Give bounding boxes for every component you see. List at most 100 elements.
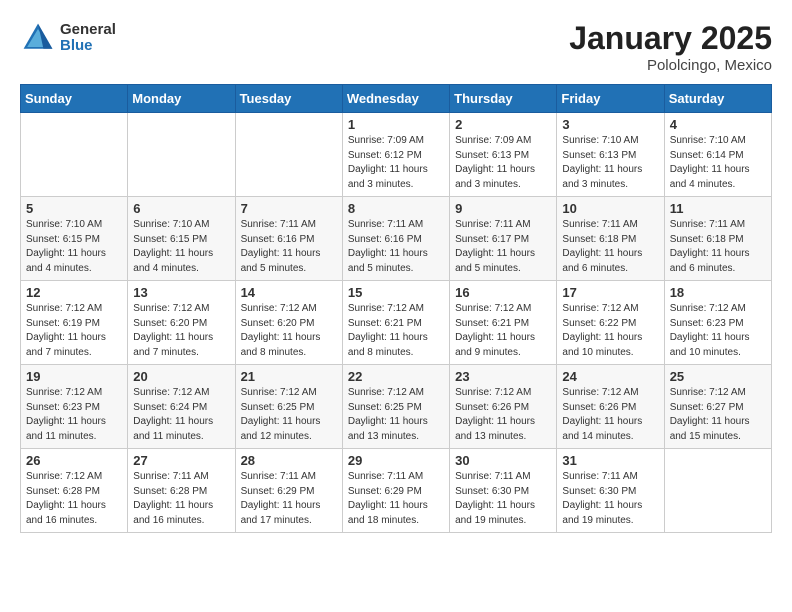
day-number: 3 <box>562 117 658 132</box>
calendar-weekday-header: Monday <box>128 85 235 113</box>
day-number: 4 <box>670 117 766 132</box>
calendar-cell: 8Sunrise: 7:11 AMSunset: 6:16 PMDaylight… <box>342 197 449 281</box>
day-number: 30 <box>455 453 551 468</box>
day-number: 31 <box>562 453 658 468</box>
day-number: 19 <box>26 369 122 384</box>
day-info: Sunrise: 7:11 AMSunset: 6:18 PMDaylight:… <box>562 218 658 276</box>
day-number: 22 <box>348 369 444 384</box>
calendar-cell: 5 Sunrise: 7:10 AMSunset: 6:15 PMDaylight… <box>21 197 128 281</box>
logo-blue: Blue <box>60 38 116 55</box>
day-info: Sunrise: 7:12 AMSunset: 6:21 PMDaylight:… <box>455 302 551 360</box>
calendar-cell: 17 Sunrise: 7:12 AMSunset: 6:22 PMDayligh… <box>557 281 664 365</box>
day-number: 1 <box>348 117 444 132</box>
day-number: 27 <box>133 453 229 468</box>
calendar-cell: 15 Sunrise: 7:12 AMSunset: 6:21 PMDayligh… <box>342 281 449 365</box>
calendar-weekday-header: Saturday <box>664 85 771 113</box>
calendar-cell: 20Sunrise: 7:12 AMSunset: 6:24 PMDayligh… <box>128 365 235 449</box>
day-number: 26 <box>26 453 122 468</box>
calendar-week-row: 5 Sunrise: 7:10 AMSunset: 6:15 PMDaylight… <box>21 197 772 281</box>
calendar-cell: 16 Sunrise: 7:12 AMSunset: 6:21 PMDayligh… <box>450 281 557 365</box>
page-header: General Blue January 2025 Pololcingo, Me… <box>20 20 772 74</box>
calendar-week-row: 19 Sunrise: 7:12 AMSunset: 6:23 PMDayligh… <box>21 365 772 449</box>
day-info: Sunrise: 7:11 AMSunset: 6:16 PMDaylight:… <box>241 218 337 276</box>
calendar-cell <box>664 449 771 533</box>
day-number: 29 <box>348 453 444 468</box>
day-info: Sunrise: 7:10 AMSunset: 6:13 PMDaylight:… <box>562 134 658 192</box>
calendar-cell: 10Sunrise: 7:11 AMSunset: 6:18 PMDayligh… <box>557 197 664 281</box>
day-number: 7 <box>241 201 337 216</box>
calendar-cell: 31 Sunrise: 7:11 AMSunset: 6:30 PMDayligh… <box>557 449 664 533</box>
day-number: 24 <box>562 369 658 384</box>
calendar-table: SundayMondayTuesdayWednesdayThursdayFrid… <box>20 84 772 533</box>
day-info: Sunrise: 7:12 AMSunset: 6:22 PMDaylight:… <box>562 302 658 360</box>
month-title: January 2025 <box>569 20 772 57</box>
day-number: 18 <box>670 285 766 300</box>
day-number: 2 <box>455 117 551 132</box>
calendar-week-row: 1 Sunrise: 7:09 AMSunset: 6:12 PMDaylight… <box>21 113 772 197</box>
title-block: January 2025 Pololcingo, Mexico <box>569 20 772 74</box>
calendar-cell: 11 Sunrise: 7:11 AMSunset: 6:18 PMDayligh… <box>664 197 771 281</box>
day-number: 9 <box>455 201 551 216</box>
day-info: Sunrise: 7:11 AMSunset: 6:28 PMDaylight:… <box>133 470 229 528</box>
calendar-cell: 30 Sunrise: 7:11 AMSunset: 6:30 PMDayligh… <box>450 449 557 533</box>
calendar-week-row: 12Sunrise: 7:12 AMSunset: 6:19 PMDayligh… <box>21 281 772 365</box>
calendar-cell: 12Sunrise: 7:12 AMSunset: 6:19 PMDayligh… <box>21 281 128 365</box>
calendar-cell: 28 Sunrise: 7:11 AMSunset: 6:29 PMDayligh… <box>235 449 342 533</box>
calendar-cell: 18Sunrise: 7:12 AMSunset: 6:23 PMDayligh… <box>664 281 771 365</box>
calendar-weekday-header: Thursday <box>450 85 557 113</box>
day-number: 15 <box>348 285 444 300</box>
day-number: 6 <box>133 201 229 216</box>
day-info: Sunrise: 7:12 AMSunset: 6:20 PMDaylight:… <box>133 302 229 360</box>
day-info: Sunrise: 7:10 AMSunset: 6:14 PMDaylight:… <box>670 134 766 192</box>
day-number: 16 <box>455 285 551 300</box>
calendar-cell: 23 Sunrise: 7:12 AMSunset: 6:26 PMDayligh… <box>450 365 557 449</box>
calendar-cell: 22 Sunrise: 7:12 AMSunset: 6:25 PMDayligh… <box>342 365 449 449</box>
day-number: 21 <box>241 369 337 384</box>
calendar-cell: 29 Sunrise: 7:11 AMSunset: 6:29 PMDayligh… <box>342 449 449 533</box>
day-number: 11 <box>670 201 766 216</box>
day-info: Sunrise: 7:12 AMSunset: 6:23 PMDaylight:… <box>26 386 122 444</box>
calendar-cell: 19 Sunrise: 7:12 AMSunset: 6:23 PMDayligh… <box>21 365 128 449</box>
day-number: 5 <box>26 201 122 216</box>
day-info: Sunrise: 7:12 AMSunset: 6:27 PMDaylight:… <box>670 386 766 444</box>
day-info: Sunrise: 7:12 AMSunset: 6:25 PMDaylight:… <box>241 386 337 444</box>
day-info: Sunrise: 7:10 AMSunset: 6:15 PMDaylight:… <box>133 218 229 276</box>
calendar-cell <box>21 113 128 197</box>
day-info: Sunrise: 7:11 AMSunset: 6:30 PMDaylight:… <box>562 470 658 528</box>
calendar-cell: 13 Sunrise: 7:12 AMSunset: 6:20 PMDayligh… <box>128 281 235 365</box>
day-info: Sunrise: 7:12 AMSunset: 6:20 PMDaylight:… <box>241 302 337 360</box>
day-info: Sunrise: 7:12 AMSunset: 6:28 PMDaylight:… <box>26 470 122 528</box>
day-number: 23 <box>455 369 551 384</box>
calendar-cell: 4 Sunrise: 7:10 AMSunset: 6:14 PMDaylight… <box>664 113 771 197</box>
calendar-cell: 6 Sunrise: 7:10 AMSunset: 6:15 PMDaylight… <box>128 197 235 281</box>
calendar-weekday-header: Wednesday <box>342 85 449 113</box>
day-number: 28 <box>241 453 337 468</box>
day-info: Sunrise: 7:11 AMSunset: 6:29 PMDaylight:… <box>348 470 444 528</box>
calendar-cell <box>235 113 342 197</box>
calendar-weekday-header: Tuesday <box>235 85 342 113</box>
calendar-cell <box>128 113 235 197</box>
day-info: Sunrise: 7:11 AMSunset: 6:30 PMDaylight:… <box>455 470 551 528</box>
day-info: Sunrise: 7:11 AMSunset: 6:18 PMDaylight:… <box>670 218 766 276</box>
day-info: Sunrise: 7:12 AMSunset: 6:21 PMDaylight:… <box>348 302 444 360</box>
calendar-cell: 27 Sunrise: 7:11 AMSunset: 6:28 PMDayligh… <box>128 449 235 533</box>
day-info: Sunrise: 7:12 AMSunset: 6:26 PMDaylight:… <box>562 386 658 444</box>
day-info: Sunrise: 7:12 AMSunset: 6:26 PMDaylight:… <box>455 386 551 444</box>
calendar-cell: 9Sunrise: 7:11 AMSunset: 6:17 PMDaylight… <box>450 197 557 281</box>
calendar-weekday-header: Friday <box>557 85 664 113</box>
calendar-cell: 24 Sunrise: 7:12 AMSunset: 6:26 PMDayligh… <box>557 365 664 449</box>
day-number: 13 <box>133 285 229 300</box>
day-number: 14 <box>241 285 337 300</box>
day-number: 25 <box>670 369 766 384</box>
day-number: 8 <box>348 201 444 216</box>
day-info: Sunrise: 7:10 AMSunset: 6:15 PMDaylight:… <box>26 218 122 276</box>
day-info: Sunrise: 7:11 AMSunset: 6:29 PMDaylight:… <box>241 470 337 528</box>
location: Pololcingo, Mexico <box>569 57 772 74</box>
logo-text: General Blue <box>60 22 116 55</box>
day-info: Sunrise: 7:12 AMSunset: 6:25 PMDaylight:… <box>348 386 444 444</box>
logo: General Blue <box>20 20 116 56</box>
calendar-cell: 3 Sunrise: 7:10 AMSunset: 6:13 PMDaylight… <box>557 113 664 197</box>
day-number: 17 <box>562 285 658 300</box>
calendar-weekday-header: Sunday <box>21 85 128 113</box>
day-info: Sunrise: 7:09 AMSunset: 6:12 PMDaylight:… <box>348 134 444 192</box>
